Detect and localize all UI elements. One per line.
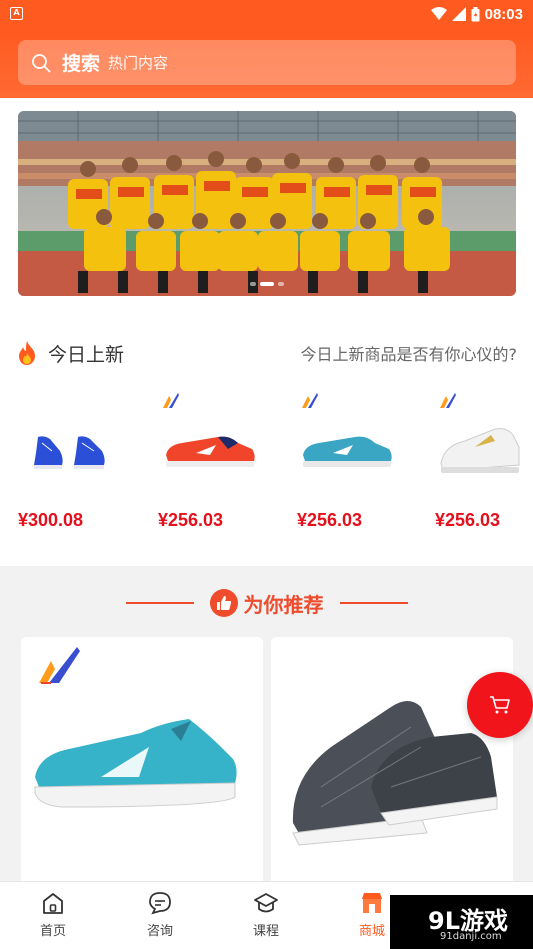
product-price: ¥300.08	[18, 510, 84, 530]
banner-carousel[interactable]	[18, 111, 516, 296]
carousel-dot-active[interactable]	[260, 282, 274, 286]
nav-home[interactable]: 首页	[21, 890, 85, 946]
cart-button[interactable]	[467, 672, 533, 738]
signal-icon	[451, 7, 466, 21]
search-icon	[30, 52, 52, 74]
product-price: ¥256.03	[158, 510, 224, 530]
wifi-icon	[430, 7, 447, 20]
nav-courses[interactable]: 课程	[234, 890, 298, 946]
nav-mall-label: 商城	[358, 924, 385, 939]
nav-consult[interactable]: 咨询	[128, 890, 192, 946]
fire-icon	[19, 341, 35, 365]
nav-courses-label: 课程	[252, 924, 279, 939]
home-icon	[43, 893, 63, 914]
recommend-title: 为你推荐	[243, 592, 324, 617]
nav-home-label: 首页	[39, 924, 66, 939]
thumbs-up-icon	[209, 589, 238, 617]
product-image	[303, 436, 392, 467]
product-price: ¥256.03	[297, 510, 363, 530]
search-bar[interactable]: 搜索 热门内容	[18, 40, 516, 85]
recommend-card[interactable]	[21, 637, 263, 897]
product-image	[166, 436, 255, 467]
carousel-indicator	[18, 282, 516, 286]
app-notification-icon: A	[10, 7, 23, 20]
product-image	[34, 436, 105, 469]
product-price: ¥256.03	[435, 510, 501, 530]
status-bar: A 08:03	[0, 0, 533, 28]
header: 搜索 热门内容	[0, 28, 533, 98]
watermark: 9L游戏 91danji.com	[390, 895, 533, 949]
banner-image	[18, 111, 516, 296]
watermark-url: 91danji.com	[440, 931, 502, 942]
chat-icon	[149, 892, 171, 915]
graduation-cap-icon	[254, 893, 278, 913]
new-arrivals-header: 今日上新 今日上新商品是否有你心仪的?	[16, 338, 517, 368]
cart-icon	[490, 696, 510, 714]
recommend-card[interactable]	[271, 637, 513, 897]
recommend-header: 为你推荐	[0, 584, 533, 622]
product-image	[34, 647, 237, 808]
product-item[interactable]: ¥256.03	[435, 385, 533, 545]
new-arrivals-title: 今日上新	[48, 343, 125, 366]
battery-icon	[471, 6, 480, 21]
shop-icon	[362, 893, 382, 913]
nav-consult-label: 咨询	[146, 924, 173, 939]
product-image	[292, 701, 498, 846]
new-arrivals-subtitle[interactable]: 今日上新商品是否有你心仪的?	[301, 341, 518, 365]
product-image	[440, 428, 520, 473]
carousel-dot[interactable]	[250, 282, 256, 286]
carousel-dot[interactable]	[278, 282, 284, 286]
product-item[interactable]: ¥300.08	[18, 385, 138, 545]
product-item[interactable]: ¥256.03	[297, 385, 417, 545]
divider-line	[339, 602, 408, 604]
divider-line	[125, 602, 194, 604]
new-arrivals-list: ¥300.08 ¥256.03 ¥256.03 ¥256.03	[0, 385, 533, 545]
search-placeholder: 热门内容	[108, 54, 169, 72]
search-label: 搜索	[62, 53, 101, 75]
clock: 08:03	[484, 5, 523, 23]
product-item[interactable]: ¥256.03	[158, 385, 278, 545]
